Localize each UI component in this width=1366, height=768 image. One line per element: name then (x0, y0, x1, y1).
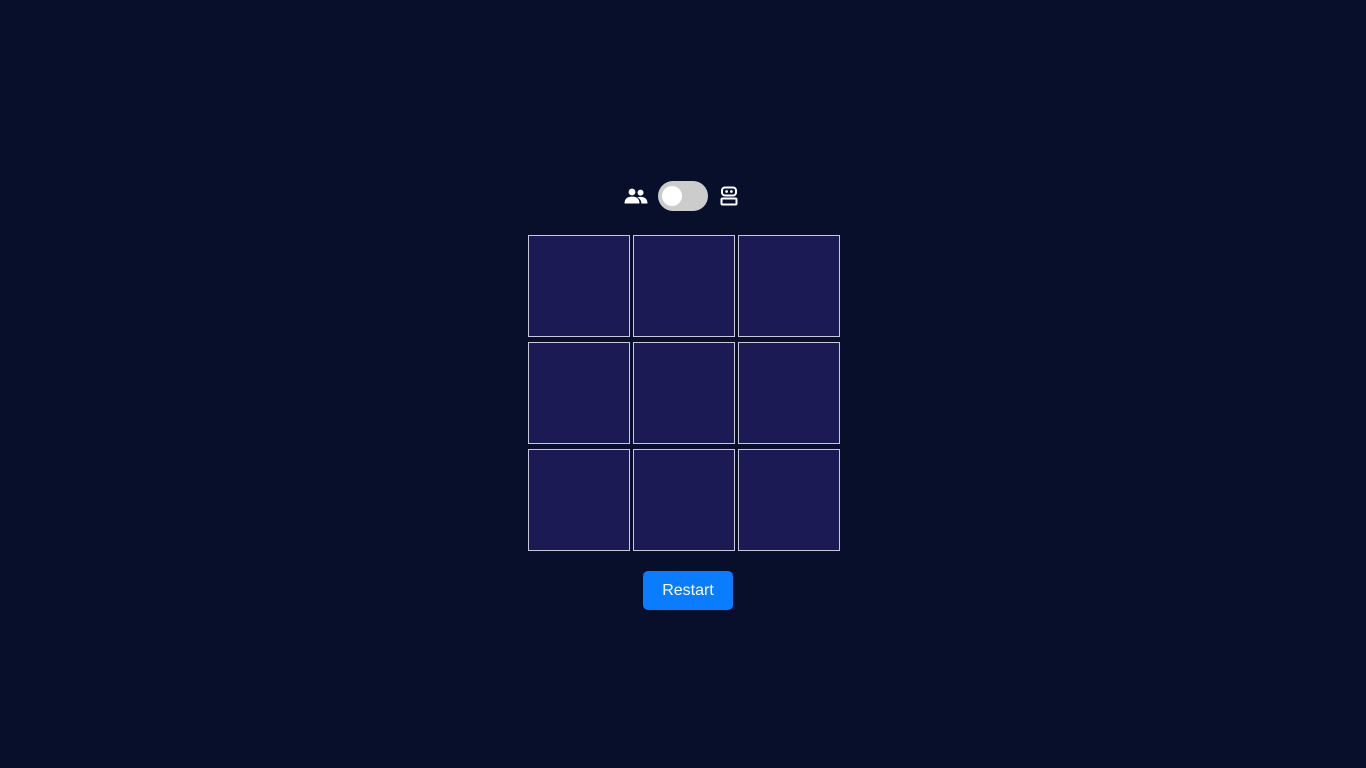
board-cell[interactable] (633, 449, 735, 551)
board-cell[interactable] (528, 235, 630, 337)
board-cell[interactable] (633, 342, 735, 444)
board-cell[interactable] (738, 235, 840, 337)
board-cell[interactable] (633, 235, 735, 337)
robot-icon (718, 181, 740, 211)
tic-tac-toe-app: Restart (0, 0, 1366, 768)
board-cell[interactable] (738, 449, 840, 551)
board-cell[interactable] (528, 342, 630, 444)
game-mode-toggle[interactable] (658, 181, 708, 211)
game-board (528, 235, 840, 551)
restart-button[interactable]: Restart (643, 571, 733, 610)
board-cell[interactable] (738, 342, 840, 444)
board-cell[interactable] (528, 449, 630, 551)
toggle-knob (662, 186, 682, 206)
two-players-icon (624, 181, 648, 211)
game-mode-switcher (624, 181, 744, 211)
